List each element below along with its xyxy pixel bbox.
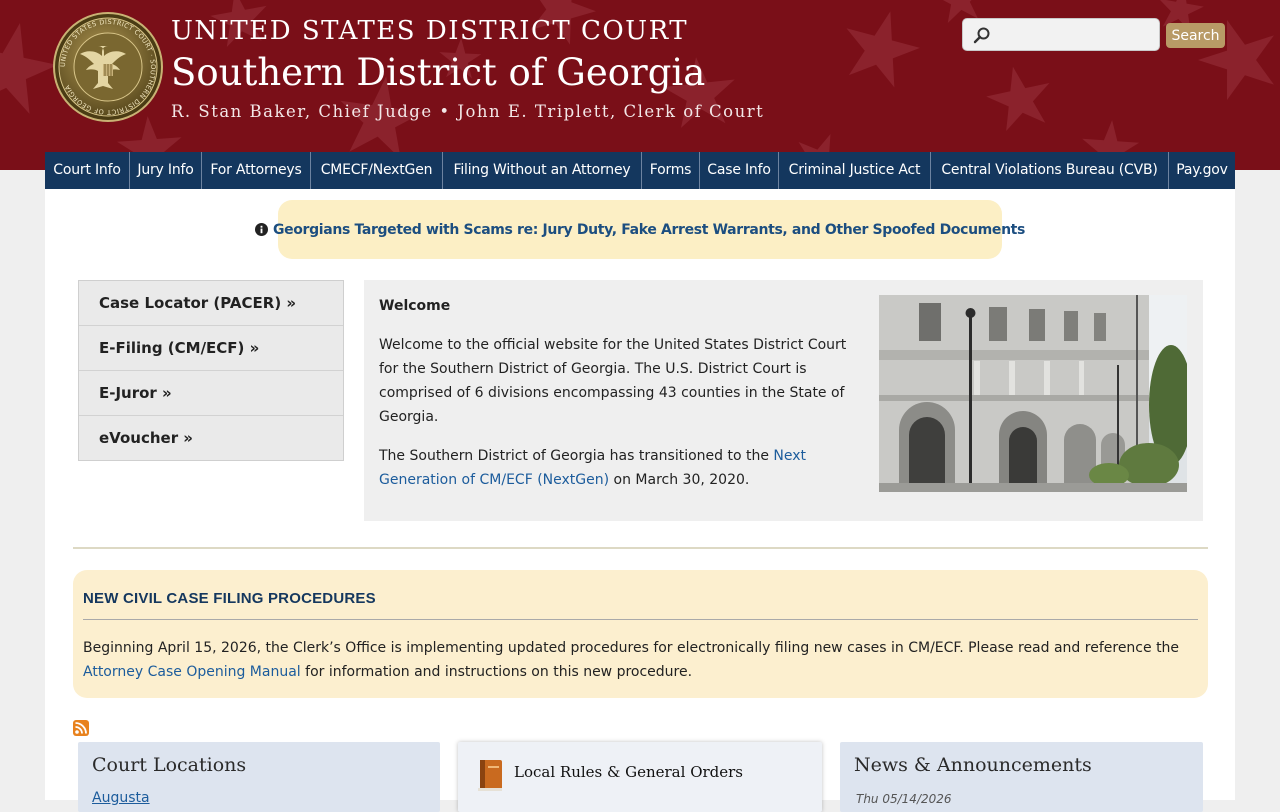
nav-item-court-info[interactable]: Court Info <box>45 152 130 189</box>
news-title: News & Announcements <box>854 754 1092 776</box>
nav-item-forms[interactable]: Forms <box>642 152 700 189</box>
district-name[interactable]: Southern District of Georgia <box>171 51 705 94</box>
site-header: UNITED STATES DISTRICT COURT · SOUTHERN … <box>0 0 1280 170</box>
augusta-location-link[interactable]: Augusta <box>92 790 150 806</box>
court-seal-logo[interactable]: UNITED STATES DISTRICT COURT · SOUTHERN … <box>53 12 163 122</box>
notice-text-after: for information and instructions on this… <box>300 664 693 680</box>
welcome-title: Welcome <box>379 298 451 314</box>
nav-item-pay-gov[interactable]: Pay.gov <box>1169 152 1235 189</box>
quicklink-efiling[interactable]: E-Filing (CM/ECF) » <box>79 326 343 371</box>
main-nav: Court Info Jury Info For Attorneys CMECF… <box>45 152 1235 189</box>
nav-item-cvb[interactable]: Central Violations Bureau (CVB) <box>931 152 1169 189</box>
search-icon <box>973 27 990 44</box>
section-divider <box>73 547 1208 549</box>
nav-item-criminal-justice-act[interactable]: Criminal Justice Act <box>779 152 931 189</box>
notice-title: NEW CIVIL CASE FILING PROCEDURES <box>83 590 376 607</box>
local-rules-title[interactable]: Local Rules & General Orders <box>514 763 743 781</box>
news-first-date: Thu 05/14/2026 <box>856 792 952 806</box>
nextgen-paragraph: The Southern District of Georgia has tra… <box>379 444 851 492</box>
court-locations-card: Court Locations Augusta <box>78 742 440 812</box>
nav-item-case-info[interactable]: Case Info <box>700 152 779 189</box>
notice-text-before: Beginning April 15, 2026, the Clerk’s Of… <box>83 640 1180 656</box>
quicklink-evoucher[interactable]: eVoucher » <box>79 416 343 461</box>
welcome-paragraph: Welcome to the official website for the … <box>379 337 847 425</box>
nextgen-text-before: The Southern District of Georgia has tra… <box>379 448 774 464</box>
rss-feed-icon[interactable] <box>73 720 89 736</box>
local-rules-card[interactable]: Local Rules & General Orders <box>458 742 822 812</box>
search-input[interactable] <box>997 23 1157 48</box>
info-circle-icon <box>255 223 268 236</box>
court-name-line: UNITED STATES DISTRICT COURT <box>171 16 689 46</box>
book-icon <box>478 760 502 791</box>
nextgen-text-after: on March 30, 2020. <box>609 472 750 488</box>
nav-item-jury-info[interactable]: Jury Info <box>130 152 202 189</box>
case-opening-manual-link[interactable]: Attorney Case Opening Manual <box>83 664 301 680</box>
nav-item-cmecf-nextgen[interactable]: CMECF/NextGen <box>311 152 443 189</box>
court-locations-title: Court Locations <box>92 754 247 776</box>
main-content: Georgians Targeted with Scams re: Jury D… <box>45 189 1235 812</box>
scam-alert-banner: Georgians Targeted with Scams re: Jury D… <box>255 200 1025 259</box>
civil-filing-notice: NEW CIVIL CASE FILING PROCEDURES Beginni… <box>73 570 1208 698</box>
search-box[interactable] <box>962 18 1160 51</box>
nav-item-filing-without-attorney[interactable]: Filing Without an Attorney <box>443 152 642 189</box>
nav-item-for-attorneys[interactable]: For Attorneys <box>202 152 311 189</box>
quicklink-case-locator[interactable]: Case Locator (PACER) » <box>79 281 343 326</box>
scam-alert-link[interactable]: Georgians Targeted with Scams re: Jury D… <box>273 222 1025 238</box>
notice-rule <box>83 619 1198 620</box>
news-announcements-card: News & Announcements Thu 05/14/2026 <box>840 742 1203 812</box>
courthouse-photo <box>879 295 1187 492</box>
quick-links-panel: Case Locator (PACER) » E-Filing (CM/ECF)… <box>78 280 344 461</box>
welcome-panel: Welcome Welcome to the official website … <box>364 280 1203 521</box>
notice-text: Beginning April 15, 2026, the Clerk’s Of… <box>83 636 1201 684</box>
quicklink-ejuror[interactable]: E-Juror » <box>79 371 343 416</box>
judge-clerk-line: R. Stan Baker, Chief Judge • John E. Tri… <box>171 102 765 121</box>
search-button[interactable]: Search <box>1166 23 1225 48</box>
